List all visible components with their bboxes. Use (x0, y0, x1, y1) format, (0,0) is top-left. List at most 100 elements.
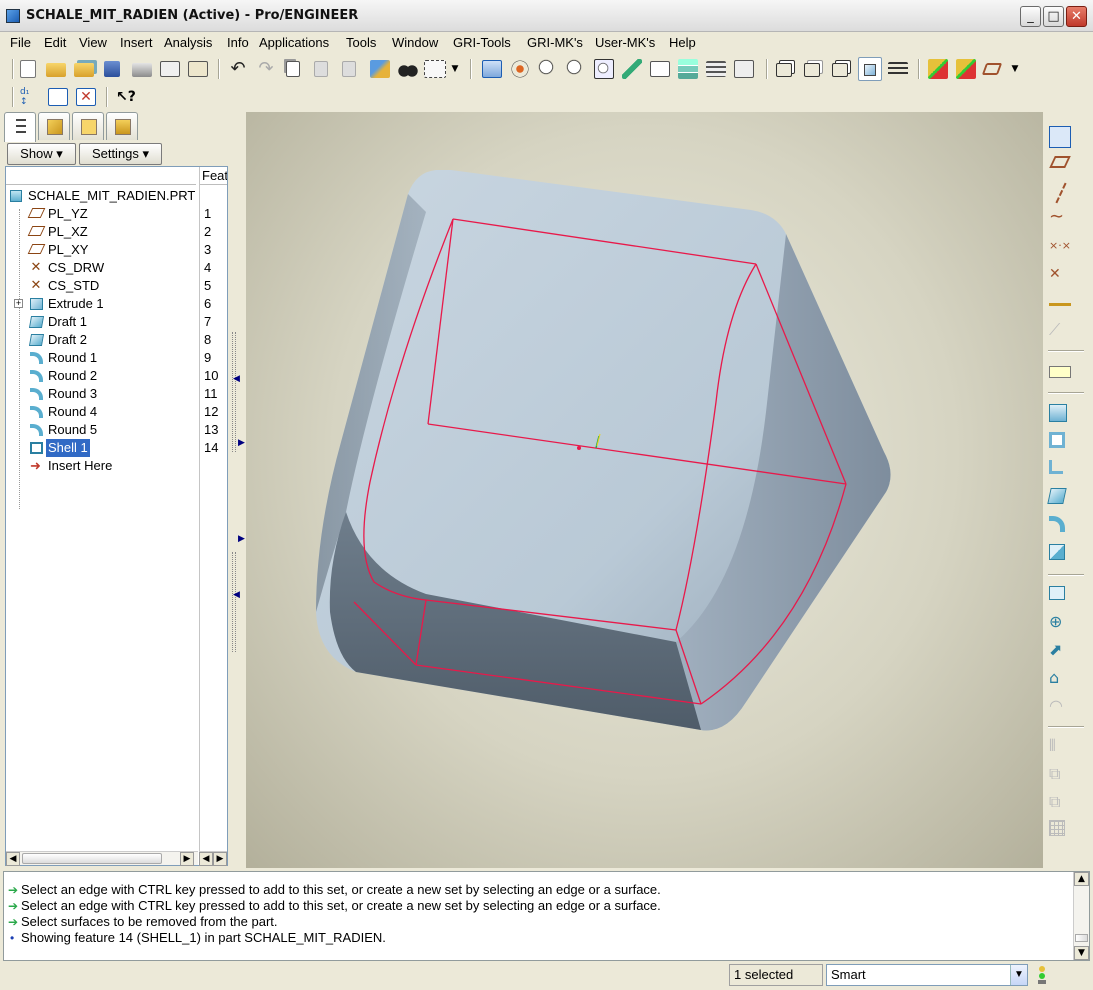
find-icon[interactable] (398, 59, 418, 79)
round-tool-icon[interactable] (1049, 516, 1065, 532)
menu-analysis[interactable]: Analysis (164, 35, 212, 50)
connections-tab[interactable] (106, 112, 138, 140)
blend-tool-icon[interactable]: ⌂ (1049, 668, 1071, 690)
shell-tool-icon[interactable] (1049, 432, 1065, 448)
scroll-left-icon[interactable]: ◀ (6, 852, 20, 866)
selection-filter[interactable]: Smart ▼ (826, 964, 1028, 986)
chevron-down-icon[interactable]: ▼ (1010, 965, 1027, 985)
splitter-grip[interactable] (232, 332, 236, 452)
show-button[interactable]: Show ▾ (7, 143, 76, 165)
trim-tool-icon[interactable]: ⧉ (1049, 792, 1071, 814)
sweep-tool-icon[interactable]: ⬈ (1049, 640, 1071, 662)
regen-info-icon[interactable]: d₁ ↕ (20, 87, 40, 107)
tree-item-shell-1[interactable]: Shell 1 (6, 439, 196, 457)
model-display-icon-2[interactable] (734, 60, 754, 78)
draft-tool-icon[interactable] (1047, 488, 1067, 504)
display-dropdown-icon[interactable]: ▼ (1010, 59, 1020, 79)
tree-item-draft-1[interactable]: Draft 1 (6, 313, 196, 331)
scroll-up-icon[interactable]: ▲ (1074, 872, 1089, 886)
new-file-icon[interactable] (20, 60, 36, 78)
zoom-out-icon[interactable] (566, 59, 586, 79)
collapse-left-icon[interactable]: ◀ (233, 590, 240, 600)
menu-gri-tools[interactable]: GRI-Tools (453, 35, 511, 50)
menu-applications[interactable]: Applications (259, 35, 329, 50)
maximize-button[interactable]: □ (1043, 6, 1064, 27)
tree-item-round-1[interactable]: Round 1 (6, 349, 196, 367)
scroll-down-icon[interactable]: ▼ (1074, 946, 1089, 960)
repaint-icon[interactable] (482, 60, 502, 78)
splitter-grip[interactable] (232, 552, 236, 652)
menu-tools[interactable]: Tools (346, 35, 376, 50)
reorient-icon[interactable] (622, 59, 642, 79)
datum-plane-tool-icon[interactable] (1049, 156, 1071, 168)
analysis-feature-icon[interactable] (1049, 292, 1071, 306)
menu-insert[interactable]: Insert (120, 35, 153, 50)
hole-tool-icon[interactable] (1049, 404, 1067, 422)
pattern-tool-icon[interactable] (1049, 820, 1065, 836)
regenerate-icon[interactable] (370, 60, 390, 78)
spin-center-icon[interactable] (510, 59, 530, 79)
tree-item-extrude-1[interactable]: + Extrude 1 (6, 295, 196, 313)
close-button[interactable]: ✕ (1066, 6, 1087, 27)
tree-item-pl-xy[interactable]: PL_XY (6, 241, 196, 259)
scroll-left-icon[interactable]: ◀ (199, 852, 213, 866)
saved-views-icon[interactable] (650, 61, 670, 77)
tree-item-round-3[interactable]: Round 3 (6, 385, 196, 403)
scroll-thumb[interactable] (22, 853, 162, 864)
datum-point-tool-icon[interactable]: ×·× (1049, 236, 1071, 258)
scroll-thumb[interactable] (1075, 934, 1088, 942)
copy-icon[interactable] (286, 61, 300, 77)
menu-user-mks[interactable]: User-MK's (595, 35, 655, 50)
wireframe-icon[interactable] (776, 63, 792, 77)
shading-icon[interactable] (858, 57, 882, 81)
send-mail-icon[interactable] (160, 61, 180, 77)
collapse-left-icon[interactable]: ◀ (233, 374, 240, 384)
close-window-icon[interactable]: ✕ (76, 88, 96, 106)
layer-tree-tab[interactable] (38, 112, 70, 140)
datum-axis-tool-icon[interactable] (1055, 182, 1067, 204)
favorites-tab[interactable] (72, 112, 104, 140)
model-tree-tab[interactable] (4, 112, 36, 142)
open-file-icon[interactable] (46, 63, 66, 77)
tree-item-part[interactable]: SCHALE_MIT_RADIEN.PRT (6, 187, 196, 205)
tree-item-round-4[interactable]: Round 4 (6, 403, 196, 421)
paste-icon[interactable] (314, 61, 328, 77)
message-scrollbar[interactable]: ▲ ▼ (1073, 872, 1089, 960)
menu-edit[interactable]: Edit (44, 35, 66, 50)
extrude-tool-icon[interactable] (1049, 586, 1065, 600)
tree-item-round-2[interactable]: Round 2 (6, 367, 196, 385)
mirror-tool-icon[interactable]: ⫴ (1049, 736, 1071, 758)
coord-sys-tool-icon[interactable]: ✕ (1049, 264, 1071, 286)
selection-box-icon[interactable] (424, 60, 446, 78)
menu-view[interactable]: View (79, 35, 107, 50)
save-icon[interactable] (104, 61, 120, 77)
datum-curve-tool-icon[interactable]: ∼ (1049, 208, 1071, 230)
context-help-icon[interactable]: ↖? (116, 87, 136, 107)
redo-icon[interactable]: ↷ (256, 59, 276, 79)
expand-icon[interactable]: + (14, 299, 23, 308)
feat-hscrollbar[interactable]: ◀ ▶ (199, 851, 227, 866)
panel-splitter[interactable]: ◀ ◀ ▶ ▶ (229, 112, 245, 868)
datum-planes-display-icon[interactable] (928, 59, 948, 79)
cosmetic-feature-icon[interactable]: ⟋ (1049, 320, 1071, 342)
send-mail-attach-icon[interactable] (188, 61, 208, 77)
open-session-icon[interactable] (74, 63, 94, 77)
undo-icon[interactable]: ↶ (228, 59, 248, 79)
feat-column-header[interactable]: Feat (200, 167, 227, 185)
refit-icon[interactable] (594, 59, 614, 79)
selection-dropdown-icon[interactable]: ▼ (450, 59, 460, 79)
tree-item-pl-xz[interactable]: PL_XZ (6, 223, 196, 241)
boundary-blend-icon[interactable]: ◠ (1049, 696, 1071, 718)
merge-tool-icon[interactable]: ⧉ (1049, 764, 1071, 786)
expand-right-icon[interactable]: ▶ (238, 534, 245, 544)
menu-help[interactable]: Help (669, 35, 696, 50)
settings-button[interactable]: Settings ▾ (79, 143, 162, 165)
annotation-icon[interactable] (1049, 366, 1071, 378)
tree-item-cs-std[interactable]: ✕ CS_STD (6, 277, 196, 295)
tree-item-pl-yz[interactable]: PL_YZ (6, 205, 196, 223)
model-3d-view[interactable] (246, 112, 1043, 868)
model-display-icon[interactable] (48, 88, 68, 106)
tree-item-draft-2[interactable]: Draft 2 (6, 331, 196, 349)
revolve-tool-icon[interactable]: ⊕ (1049, 612, 1071, 634)
print-icon[interactable] (132, 63, 152, 77)
